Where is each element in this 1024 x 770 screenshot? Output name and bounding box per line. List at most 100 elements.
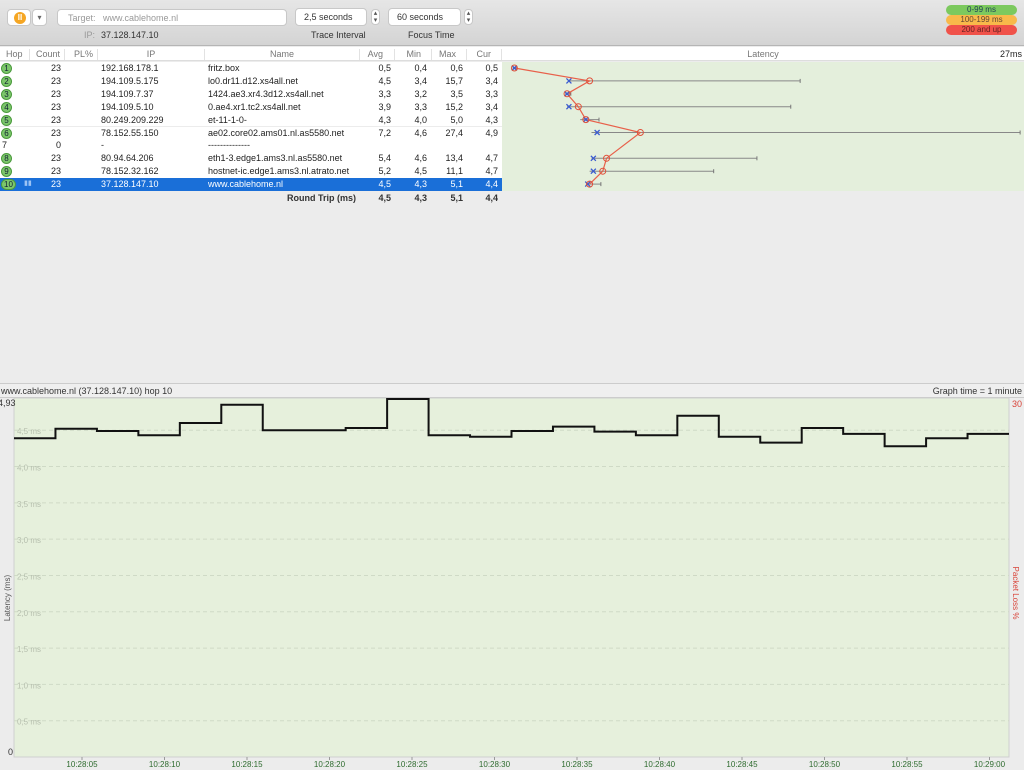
x-tick-label: 10:28:15 (231, 760, 263, 769)
cell-count: 23 (50, 101, 61, 112)
col-avg[interactable]: Avg (360, 49, 395, 60)
trace-interval-label: Trace Interval (311, 30, 366, 40)
cell-count: 0 (55, 140, 61, 151)
x-tick-label: 10:28:35 (561, 760, 593, 769)
cell-avg: 0,5 (378, 63, 391, 73)
hop-badge: 3 (1, 88, 12, 100)
table-row[interactable]: 3 23 194.109.7.37 1424.ae3.xr4.3d12.xs4all.… (0, 87, 502, 101)
ip-value: 37.128.147.10 (101, 30, 159, 40)
x-tick-label: 10:28:40 (644, 760, 676, 769)
cell-max: 27,4 (445, 127, 463, 138)
cell-name: 1424.ae3.xr4.3d12.xs4all.net (208, 88, 324, 99)
cell-count: 23 (50, 127, 61, 138)
col-count[interactable]: Count (30, 49, 65, 60)
cell-max: 15,7 (445, 75, 463, 86)
col-ip[interactable]: IP (98, 49, 205, 60)
round-trip-row: Round Trip (ms) 4,5 4,3 5,1 4,4 (0, 191, 502, 205)
hop-badge: 10 (1, 179, 16, 191)
cell-cur: 3,3 (485, 88, 498, 99)
target-value: www.cablehome.nl (103, 13, 179, 23)
table-row[interactable]: 10 ▮▮ 23 37.128.147.10 www.cablehome.nl 4,5 4,… (0, 178, 502, 191)
cell-name: eth1-3.edge1.ams3.nl.as5580.net (208, 153, 343, 164)
x-tick-label: 10:29:00 (974, 760, 1006, 769)
cell-name: 0.ae4.xr1.tc2.xs4all.net (208, 101, 301, 112)
focus-time-label: Focus Time (408, 30, 455, 40)
cell-max: 5,0 (450, 114, 463, 125)
cell-avg: 3,9 (378, 101, 391, 112)
ip-label: IP: (84, 30, 96, 40)
col-cur[interactable]: Cur (467, 49, 502, 60)
y-tick-label: 3,0 ms (17, 536, 41, 545)
x-tick-label: 10:28:05 (66, 760, 98, 769)
cell-min: 3,4 (414, 75, 427, 86)
cell-min: 3,3 (414, 101, 427, 112)
x-tick-label: 10:28:55 (891, 760, 923, 769)
toolbar: II ▾ Target: www.cablehome.nl 2,5 second… (0, 0, 1024, 46)
col-hop[interactable]: Hop (0, 49, 30, 60)
cell-avg: 5,2 (378, 166, 391, 177)
cell-name: www.cablehome.nl (208, 179, 284, 190)
latency-avg-line (514, 67, 642, 185)
cell-cur: 4,7 (485, 166, 498, 177)
hop-badge: 2 (1, 75, 12, 87)
cell-ip: 194.109.5.10 (101, 101, 154, 112)
table-row[interactable]: 7 0- -------------- (0, 139, 502, 153)
col-pl[interactable]: PL% (65, 49, 98, 60)
hop-badge: 6 (1, 127, 12, 139)
latency-graph: 4,5 ms 4,0 ms 3,5 ms 3,0 ms 2,5 ms 2,0 ms 1,5 … (0, 398, 1022, 769)
cell-ip: 80.94.64.206 (101, 153, 154, 164)
cell-max: 5,1 (450, 179, 463, 190)
focus-time-stepper[interactable]: ▴ ▾ (464, 9, 473, 25)
hop-badge: 7 (2, 140, 8, 151)
col-name[interactable]: Name (205, 49, 360, 60)
focus-time-select[interactable]: 60 seconds (388, 8, 461, 26)
round-trip-avg: 4,5 (378, 193, 391, 203)
y-tick-label: 2,0 ms (17, 609, 41, 618)
cell-count: 23 (50, 63, 61, 73)
cell-max: 13,4 (445, 153, 463, 164)
table-row[interactable]: 9 23 78.152.32.162 hostnet-ic.edge1.ams3.nl… (0, 165, 502, 179)
trace-interval-stepper[interactable]: ▴ ▾ (371, 9, 380, 25)
x-tick-label: 10:28:50 (809, 760, 841, 769)
hop-badge: 1 (1, 63, 12, 74)
table-row[interactable]: 52380.249.209.229et-11-1-0-v500.edge1.am… (0, 113, 502, 138)
round-trip-cur: 4,4 (485, 193, 498, 203)
col-min[interactable]: Min (395, 49, 432, 60)
table-row[interactable]: 1 23 192.168.178.1 fritz.box 0,5 0,4 0,6 0,5 (0, 62, 502, 75)
chevron-down-icon[interactable]: ▾ (32, 9, 47, 26)
table-row[interactable]: 2 23 194.109.5.175 lo0.dr11.d12.xs4all.net 4… (0, 74, 502, 88)
cell-name: lo0.dr11.d12.xs4all.net (208, 75, 298, 86)
cell-count: 23 (50, 179, 61, 190)
table-row[interactable]: 8 23 80.94.64.206 eth1-3.edge1.ams3.nl.as55… (0, 152, 502, 166)
cell-avg: 4,5 (378, 179, 391, 190)
cell-count: 23 (50, 88, 61, 99)
y-tick-label: 0,5 ms (17, 718, 41, 727)
col-max[interactable]: Max (432, 49, 467, 60)
cell-name: hostnet-ic.edge1.ams3.nl.atrato.net (208, 166, 350, 177)
y-tick-label: 2,5 ms (17, 572, 41, 581)
trace-interval-select[interactable]: 2,5 seconds (295, 8, 367, 26)
hop-badge: 8 (1, 153, 12, 165)
table-row[interactable]: 4 23 194.109.5.10 0.ae4.xr1.tc2.xs4all.net 3… (0, 100, 502, 114)
col-latency[interactable]: Latency (502, 49, 1024, 60)
pause-button[interactable]: II (7, 9, 31, 26)
x-tick-label: 10:28:30 (479, 760, 511, 769)
table-row[interactable]: 6 23 78.152.55.150 ae02.core02.ams01.nl.as5… (0, 126, 502, 140)
target-input[interactable]: Target: www.cablehome.nl (57, 9, 287, 26)
hop-badge: 9 (1, 166, 12, 178)
plot-area (13, 398, 1010, 758)
y-tick-label: 4,5 ms (17, 427, 41, 436)
cell-min: 3,2 (414, 88, 427, 99)
cell-ip: - (101, 140, 104, 151)
y-tick-label: 3,5 ms (17, 500, 41, 509)
hop-badge: 5 (1, 114, 12, 126)
cell-ip: 78.152.55.150 (101, 127, 159, 138)
y-min-label: 0 (8, 747, 13, 757)
round-trip-label: Round Trip (ms) (287, 193, 356, 203)
x-tick-label: 10:28:20 (314, 760, 346, 769)
cell-min: 0,4 (414, 63, 427, 73)
graph-time: Graph time = 1 minute (932, 386, 1022, 396)
table-header: Hop Count PL% IP Name Avg Min Max Cur La… (0, 47, 1024, 61)
y-axis-label: Latency (ms) (3, 575, 12, 622)
cell-count: 23 (50, 75, 61, 86)
